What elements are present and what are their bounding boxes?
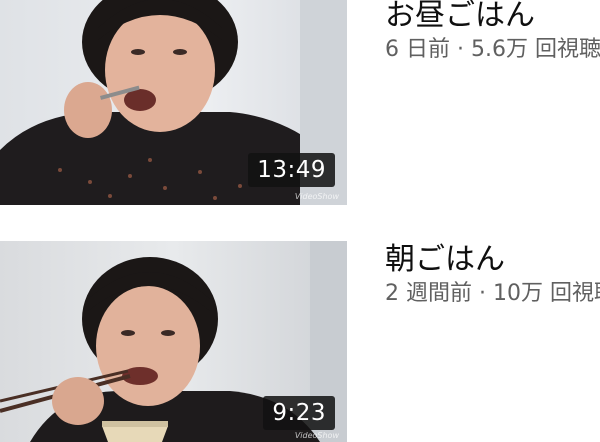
- thumbnail-watermark: VideoShow: [294, 431, 339, 440]
- video-duration-badge: 13:49: [248, 153, 335, 187]
- upload-age: 6 日前: [385, 37, 450, 62]
- view-count: 5.6万 回視聴: [471, 37, 600, 62]
- video-stats: 2 週間前 · 10万 回視聴: [385, 280, 600, 308]
- video-metadata: 朝ごはん 2 週間前 · 10万 回視聴: [385, 241, 600, 308]
- video-list-item[interactable]: 13:49 VideoShow お昼ごはん 6 日前 · 5.6万 回視聴: [0, 0, 600, 205]
- view-count: 10万 回視聴: [493, 281, 600, 306]
- video-stats: 6 日前 · 5.6万 回視聴: [385, 36, 600, 64]
- upload-age: 2 週間前: [385, 281, 472, 306]
- thumbnail-watermark: VideoShow: [294, 192, 339, 201]
- video-title[interactable]: お昼ごはん: [385, 0, 600, 33]
- video-duration-badge: 9:23: [263, 396, 335, 430]
- video-thumbnail[interactable]: 13:49 VideoShow: [0, 0, 347, 205]
- video-metadata: お昼ごはん 6 日前 · 5.6万 回視聴: [385, 0, 600, 64]
- stats-separator: ·: [457, 37, 464, 62]
- video-list-item[interactable]: 9:23 VideoShow 朝ごはん 2 週間前 · 10万 回視聴: [0, 241, 600, 442]
- video-thumbnail[interactable]: 9:23 VideoShow: [0, 241, 347, 442]
- stats-separator: ·: [479, 281, 486, 306]
- video-title[interactable]: 朝ごはん: [385, 243, 600, 277]
